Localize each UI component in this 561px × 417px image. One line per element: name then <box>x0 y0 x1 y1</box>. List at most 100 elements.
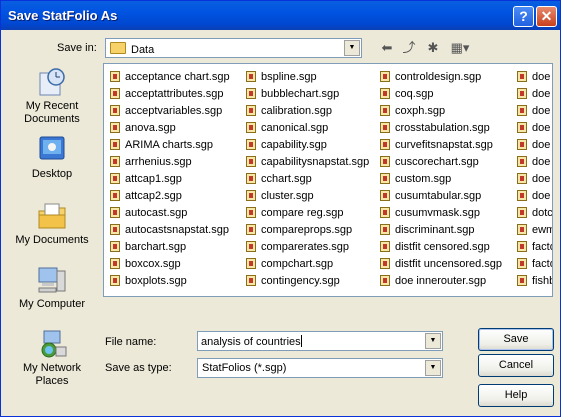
file-item[interactable]: anova.sgp <box>110 119 230 136</box>
statfolio-file-icon <box>517 71 527 82</box>
file-item[interactable]: dotc <box>517 204 552 221</box>
file-item[interactable]: bubblechart.sgp <box>246 85 369 102</box>
place-recent-documents[interactable]: My Recent Documents <box>7 67 97 126</box>
statfolio-file-icon <box>246 71 256 82</box>
save-in-dropdown[interactable]: Data ▼ <box>105 38 362 58</box>
file-item[interactable]: doe <box>517 102 552 119</box>
file-item[interactable]: cuscorechart.sgp <box>380 153 502 170</box>
cancel-button[interactable]: Cancel <box>478 354 554 377</box>
help-button[interactable]: Help <box>478 384 554 407</box>
save-as-type-dropdown[interactable]: StatFolios (*.sgp) ▼ <box>197 358 443 378</box>
file-item[interactable]: barchart.sgp <box>110 238 230 255</box>
file-item[interactable]: capabilitysnapstat.sgp <box>246 153 369 170</box>
statfolio-file-icon <box>517 173 527 184</box>
file-item[interactable]: doe <box>517 187 552 204</box>
file-name-text: doe <box>532 172 551 185</box>
views-menu-icon[interactable]: ▦▾ <box>447 39 473 57</box>
file-item[interactable]: doe <box>517 136 552 153</box>
file-item[interactable]: capability.sgp <box>246 136 369 153</box>
statfolio-file-icon <box>517 122 527 133</box>
save-button[interactable]: Save <box>478 328 554 351</box>
file-name-text: doe <box>532 155 551 168</box>
file-name-text: doe <box>532 87 551 100</box>
file-item[interactable]: arrhenius.sgp <box>110 153 230 170</box>
file-item[interactable]: doe <box>517 119 552 136</box>
place-my-computer[interactable]: My Computer <box>7 265 97 311</box>
file-name-text: comparerates.sgp <box>261 240 350 253</box>
file-list[interactable]: acceptance chart.sgp acceptattributes.sgp… <box>103 63 553 297</box>
file-name-text: acceptvariables.sgp <box>125 104 223 117</box>
file-name-text: curvefitsnapstat.sgp <box>395 138 493 151</box>
file-name-text: autocastsnapstat.sgp <box>125 223 229 236</box>
file-item[interactable]: bspline.sgp <box>246 68 369 85</box>
file-item[interactable]: doe <box>517 170 552 187</box>
back-icon[interactable]: ⬅ <box>377 39 397 57</box>
file-item[interactable]: distfit uncensored.sgp <box>380 255 502 272</box>
title-bar[interactable]: Save StatFolio As ? ✕ <box>1 1 560 30</box>
file-item[interactable]: facto <box>517 255 552 272</box>
file-item[interactable]: autocastsnapstat.sgp <box>110 221 230 238</box>
chevron-down-icon[interactable]: ▼ <box>344 40 360 56</box>
statfolio-file-icon <box>380 241 390 252</box>
file-item[interactable]: discriminant.sgp <box>380 221 502 238</box>
file-name-text: attcap1.sgp <box>125 172 182 185</box>
file-item[interactable]: compare reg.sgp <box>246 204 369 221</box>
close-button[interactable]: ✕ <box>536 6 557 27</box>
file-item[interactable]: curvefitsnapstat.sgp <box>380 136 502 153</box>
file-name-text: fishb <box>532 274 553 287</box>
statfolio-file-icon <box>517 258 527 269</box>
file-item[interactable]: controldesign.sgp <box>380 68 502 85</box>
statfolio-file-icon <box>380 105 390 116</box>
file-item[interactable]: doe <box>517 85 552 102</box>
file-item[interactable]: doe <box>517 153 552 170</box>
statfolio-file-icon <box>110 105 120 116</box>
file-name-text: attcap2.sgp <box>125 189 182 202</box>
file-item[interactable]: cusumvmask.sgp <box>380 204 502 221</box>
file-item[interactable]: facto <box>517 238 552 255</box>
file-item[interactable]: calibration.sgp <box>246 102 369 119</box>
file-name-text: contingency.sgp <box>261 274 340 287</box>
place-my-documents[interactable]: My Documents <box>7 201 97 247</box>
file-item[interactable]: compchart.sgp <box>246 255 369 272</box>
file-item[interactable]: cchart.sgp <box>246 170 369 187</box>
file-item[interactable]: acceptance chart.sgp <box>110 68 230 85</box>
file-item[interactable]: doe <box>517 68 552 85</box>
up-folder-icon[interactable]: ⤴ <box>399 39 419 57</box>
file-item[interactable]: compareprops.sgp <box>246 221 369 238</box>
place-label: My Network Places <box>22 362 82 387</box>
file-item[interactable]: coxph.sgp <box>380 102 502 119</box>
file-item[interactable]: boxcox.sgp <box>110 255 230 272</box>
new-folder-icon[interactable]: ✱ <box>423 39 443 57</box>
help-title-button[interactable]: ? <box>513 6 534 27</box>
file-item[interactable]: custom.sgp <box>380 170 502 187</box>
file-item[interactable]: comparerates.sgp <box>246 238 369 255</box>
file-name-input[interactable]: analysis of countries ▼ <box>197 331 443 351</box>
file-item[interactable]: ewm <box>517 221 552 238</box>
file-item[interactable]: contingency.sgp <box>246 272 369 289</box>
file-item[interactable]: crosstabulation.sgp <box>380 119 502 136</box>
file-item[interactable]: acceptvariables.sgp <box>110 102 230 119</box>
file-item[interactable]: doe innerouter.sgp <box>380 272 502 289</box>
file-item[interactable]: cluster.sgp <box>246 187 369 204</box>
chevron-down-icon[interactable]: ▼ <box>425 333 441 349</box>
statfolio-file-icon <box>380 122 390 133</box>
file-name-text: doe innerouter.sgp <box>395 274 487 287</box>
file-name-text: doe <box>532 70 551 83</box>
file-item[interactable]: ARIMA charts.sgp <box>110 136 230 153</box>
file-item[interactable]: fishb <box>517 272 553 289</box>
file-name-label: File name: <box>105 336 157 348</box>
file-item[interactable]: coq.sgp <box>380 85 502 102</box>
statfolio-file-icon <box>380 224 390 235</box>
file-column: controldesign.sgp coq.sgp coxph.sgp crossta… <box>380 68 502 289</box>
file-item[interactable]: distfit censored.sgp <box>380 238 502 255</box>
file-item[interactable]: canonical.sgp <box>246 119 369 136</box>
file-item[interactable]: cusumtabular.sgp <box>380 187 502 204</box>
chevron-down-icon[interactable]: ▼ <box>425 360 441 376</box>
file-item[interactable]: boxplots.sgp <box>110 272 230 289</box>
file-item[interactable]: acceptattributes.sgp <box>110 85 230 102</box>
place-network-places[interactable]: My Network Places <box>7 329 97 388</box>
file-item[interactable]: attcap1.sgp <box>110 170 230 187</box>
place-desktop[interactable]: Desktop <box>7 135 97 181</box>
file-item[interactable]: attcap2.sgp <box>110 187 230 204</box>
file-item[interactable]: autocast.sgp <box>110 204 230 221</box>
